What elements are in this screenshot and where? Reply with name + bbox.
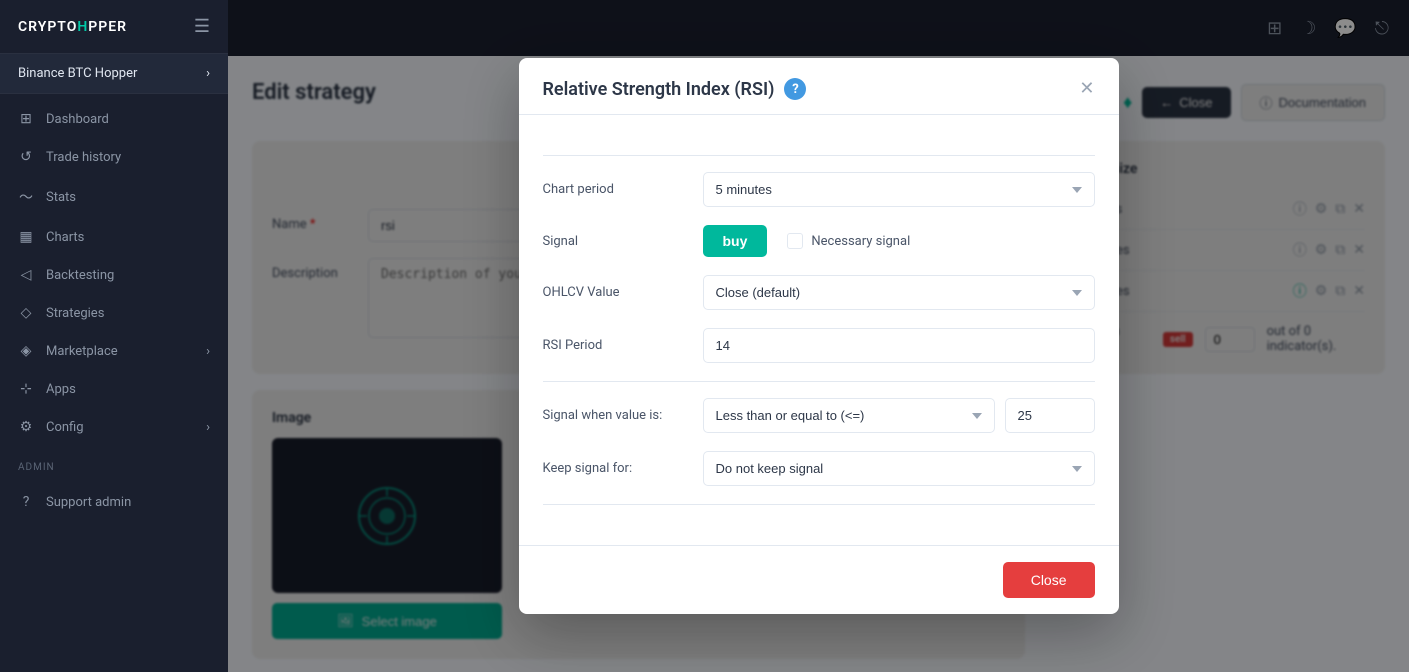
signal-when-select[interactable]: Less than or equal to (<=) Greater than … [703, 398, 995, 433]
rsi-modal: Relative Strength Index (RSI) ? ✕ Chart … [519, 58, 1119, 614]
hopper-arrow: › [206, 66, 210, 81]
rsi-period-label: RSI Period [543, 338, 703, 353]
signal-value: buy Necessary signal [703, 225, 1095, 257]
modal-title: Relative Strength Index (RSI) ? [543, 78, 807, 100]
config-icon: ⚙ [18, 419, 34, 435]
sidebar-item-label: Config [46, 420, 84, 435]
main-content: ⊞ ☽ 💬 ⎋ Edit strategy ♦ ← Close ⓘ Docume… [228, 0, 1409, 672]
sidebar-nav: ⊞ Dashboard ↺ Trade history 〜 Stats ▦ Ch… [0, 94, 228, 452]
signal-when-row: Signal when value is: Less than or equal… [543, 398, 1095, 433]
sidebar-item-label: Trade history [46, 150, 121, 165]
sidebar-item-label: Backtesting [46, 268, 114, 283]
modal-divider-2 [543, 381, 1095, 382]
necessary-signal-label: Necessary signal [811, 234, 910, 249]
signal-label: Signal [543, 234, 703, 249]
keep-signal-row: Keep signal for: Do not keep signal 1 ca… [543, 451, 1095, 486]
marketplace-icon: ◈ [18, 343, 34, 359]
sidebar-item-label: Strategies [46, 306, 104, 321]
menu-icon[interactable]: ☰ [194, 16, 210, 37]
keep-signal-select[interactable]: Do not keep signal 1 candle 2 candles 3 … [703, 451, 1095, 486]
modal-body: Chart period 5 minutes 1 minute 15 minut… [519, 115, 1119, 545]
sidebar-item-label: Stats [46, 190, 76, 205]
sidebar-item-label: Dashboard [46, 112, 109, 127]
ohlcv-label: OHLCV Value [543, 285, 703, 300]
chart-period-label: Chart period [543, 182, 703, 197]
ohlcv-row: OHLCV Value Close (default) Open High Lo… [543, 275, 1095, 310]
apps-icon: ⊹ [18, 381, 34, 397]
modal-footer: Close [519, 545, 1119, 614]
sidebar-item-stats[interactable]: 〜 Stats [0, 176, 228, 218]
support-icon: ? [18, 494, 34, 510]
stats-icon: 〜 [18, 187, 34, 207]
sidebar-hopper[interactable]: Binance BTC Hopper › [0, 54, 228, 94]
modal-divider [543, 155, 1095, 156]
sidebar-item-backtesting[interactable]: ◁ Backtesting [0, 256, 228, 294]
marketplace-arrow-icon: › [206, 344, 210, 359]
strategies-icon: ◇ [18, 305, 34, 321]
logo: CRYPTOHPPER [18, 19, 127, 35]
sidebar-item-label: Apps [46, 382, 76, 397]
sidebar-item-label: Support admin [46, 495, 131, 510]
backtesting-icon: ◁ [18, 267, 34, 283]
modal-header: Relative Strength Index (RSI) ? ✕ [519, 58, 1119, 115]
sidebar: CRYPTOHPPER ☰ Binance BTC Hopper › ⊞ Das… [0, 0, 228, 672]
necessary-signal-checkbox[interactable] [787, 233, 803, 249]
sidebar-item-strategies[interactable]: ◇ Strategies [0, 294, 228, 332]
chart-period-value: 5 minutes 1 minute 15 minutes 30 minutes… [703, 172, 1095, 207]
modal-close-button[interactable]: Close [1003, 562, 1095, 598]
modal-overlay: Relative Strength Index (RSI) ? ✕ Chart … [228, 0, 1409, 672]
trade-history-icon: ↺ [18, 149, 34, 165]
chart-period-row: Chart period 5 minutes 1 minute 15 minut… [543, 172, 1095, 207]
sidebar-header: CRYPTOHPPER ☰ [0, 0, 228, 54]
signal-row: Signal buy Necessary signal [543, 225, 1095, 257]
sidebar-item-dashboard[interactable]: ⊞ Dashboard [0, 100, 228, 138]
signal-when-value-input[interactable] [1005, 398, 1095, 433]
dashboard-icon: ⊞ [18, 111, 34, 127]
sidebar-item-trade-history[interactable]: ↺ Trade history [0, 138, 228, 176]
hopper-name: Binance BTC Hopper [18, 66, 137, 81]
signal-when-label: Signal when value is: [543, 408, 703, 423]
modal-divider-3 [543, 504, 1095, 505]
sidebar-item-support-admin[interactable]: ? Support admin [0, 483, 228, 521]
buy-button[interactable]: buy [703, 225, 768, 257]
modal-close-icon[interactable]: ✕ [1079, 80, 1094, 98]
sidebar-item-marketplace[interactable]: ◈ Marketplace › [0, 332, 228, 370]
keep-signal-label: Keep signal for: [543, 461, 703, 476]
rsi-period-row: RSI Period [543, 328, 1095, 363]
necessary-signal-row: Necessary signal [787, 233, 910, 249]
help-icon[interactable]: ? [784, 78, 806, 100]
config-arrow-icon: › [206, 420, 210, 435]
sidebar-item-apps[interactable]: ⊹ Apps [0, 370, 228, 408]
chart-period-select[interactable]: 5 minutes 1 minute 15 minutes 30 minutes… [703, 172, 1095, 207]
admin-nav: ? Support admin [0, 477, 228, 527]
ohlcv-select[interactable]: Close (default) Open High Low Volume [703, 275, 1095, 310]
sidebar-item-label: Charts [46, 230, 84, 245]
rsi-period-input[interactable] [703, 328, 1095, 363]
sidebar-item-config[interactable]: ⚙ Config › [0, 408, 228, 446]
admin-label: ADMIN [0, 452, 228, 477]
sidebar-item-label: Marketplace [46, 344, 118, 359]
charts-icon: ▦ [18, 229, 34, 245]
sidebar-item-charts[interactable]: ▦ Charts [0, 218, 228, 256]
